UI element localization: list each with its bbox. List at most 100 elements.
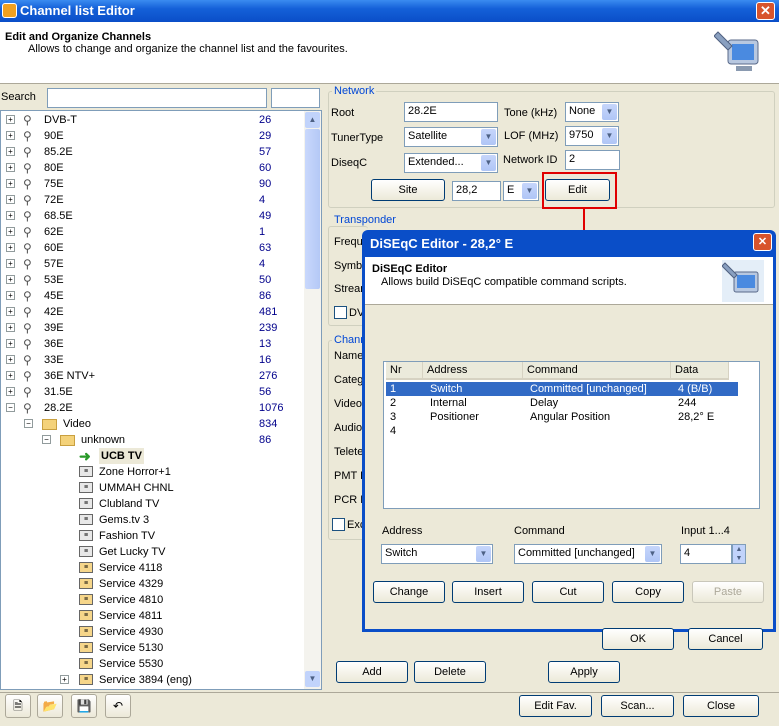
expand-icon[interactable]: + xyxy=(6,131,15,140)
expand-icon[interactable]: + xyxy=(6,323,15,332)
direction-select[interactable]: E ▼ xyxy=(503,181,539,201)
tree-row-folder[interactable]: − unknown 86 xyxy=(1,432,303,448)
tree-row-channel[interactable]: + ≡ Service 3894 (eng) xyxy=(1,672,303,688)
col-command[interactable]: Command xyxy=(523,362,671,380)
tree-row-channel[interactable]: ➜ UCB TV xyxy=(1,448,303,464)
tree-row-channel[interactable]: ≡ Zone Horror+1 xyxy=(1,464,303,480)
tree-row-satellite[interactable]: + ⚲ 68.5E 49 xyxy=(1,208,303,224)
tree-row-channel[interactable]: ≡ UMMAH CHNL xyxy=(1,480,303,496)
tree-row-satellite[interactable]: + ⚲ 33E 16 xyxy=(1,352,303,368)
address-select[interactable]: Switch ▼ xyxy=(381,544,493,564)
tree-row-channel[interactable]: ≡ Service 4329 xyxy=(1,576,303,592)
expand-icon[interactable]: + xyxy=(6,387,15,396)
site-button[interactable]: Site xyxy=(371,179,445,201)
command-select[interactable]: Committed [unchanged] ▼ xyxy=(514,544,662,564)
tree-row-channel[interactable]: ≡ Gems.tv 3 xyxy=(1,512,303,528)
open-list-icon[interactable]: 📂 xyxy=(37,694,63,718)
scan-button[interactable]: Scan... xyxy=(601,695,674,717)
tree-row-satellite[interactable]: + ⚲ 62E 1 xyxy=(1,224,303,240)
input-field[interactable]: 4 xyxy=(680,544,732,564)
collapse-icon[interactable]: − xyxy=(24,419,33,428)
cancel-button[interactable]: Cancel xyxy=(688,628,763,650)
tree-row-satellite[interactable]: + ⚲ 36E 13 xyxy=(1,336,303,352)
scroll-up-icon[interactable]: ▲ xyxy=(305,112,320,128)
expand-icon[interactable]: + xyxy=(6,227,15,236)
paste-button[interactable]: Paste xyxy=(692,581,764,603)
add-button[interactable]: Add xyxy=(336,661,408,683)
edit-diseqc-button[interactable]: Edit xyxy=(545,179,610,201)
tree-row-folder[interactable]: − Video 834 xyxy=(1,416,303,432)
tree-row-channel[interactable]: ≡ Service 4810 xyxy=(1,592,303,608)
undo-icon[interactable]: ↶ xyxy=(105,694,131,718)
scroll-thumb[interactable] xyxy=(305,129,320,289)
diseqc-select[interactable]: Extended... ▼ xyxy=(404,153,498,173)
tree-row-satellite[interactable]: + ⚲ 53E 50 xyxy=(1,272,303,288)
collapse-icon[interactable]: − xyxy=(6,403,15,412)
tree-scrollbar[interactable]: ▲ ▼ xyxy=(304,111,321,689)
expand-icon[interactable]: + xyxy=(6,211,15,220)
tree-row-channel[interactable]: ≡ Get Lucky TV xyxy=(1,544,303,560)
insert-button[interactable]: Insert xyxy=(452,581,524,603)
scroll-down-icon[interactable]: ▼ xyxy=(305,671,320,687)
expand-icon[interactable]: + xyxy=(6,259,15,268)
tree-row-satellite[interactable]: + ⚲ 42E 481 xyxy=(1,304,303,320)
diseqc-list-row[interactable]: 3 Positioner Angular Position 28,2° E xyxy=(386,410,738,424)
tree-row-satellite[interactable]: + ⚲ 36E NTV+ 276 xyxy=(1,368,303,384)
exclude-checkbox[interactable] xyxy=(332,518,345,531)
tree-row-channel[interactable]: ≡ Service 4930 xyxy=(1,624,303,640)
expand-icon[interactable]: + xyxy=(6,195,15,204)
expand-icon[interactable]: + xyxy=(6,339,15,348)
tree-row-satellite[interactable]: + ⚲ 31.5E 56 xyxy=(1,384,303,400)
tree-row-satellite[interactable]: + ⚲ 45E 86 xyxy=(1,288,303,304)
expand-icon[interactable]: + xyxy=(6,147,15,156)
diseqc-command-list[interactable]: Nr Address Command Data 1 Switch Committed… xyxy=(383,361,760,509)
tree-row-channel[interactable]: ≡ Service 4118 xyxy=(1,560,303,576)
tree-row-satellite[interactable]: + ⚲ DVB-T 26 xyxy=(1,112,303,128)
tunertype-select[interactable]: Satellite ▼ xyxy=(404,127,498,147)
expand-icon[interactable]: + xyxy=(6,115,15,124)
expand-icon[interactable]: + xyxy=(6,307,15,316)
tree-row-satellite[interactable]: + ⚲ 60E 63 xyxy=(1,240,303,256)
diseqc-list-row[interactable]: 4 xyxy=(386,424,738,438)
tree-row-satellite[interactable]: − ⚲ 28.2E 1076 xyxy=(1,400,303,416)
expand-icon[interactable]: + xyxy=(60,675,69,684)
copy-button[interactable]: Copy xyxy=(612,581,684,603)
diseqc-list-row[interactable]: 1 Switch Committed [unchanged] 4 (B/B) xyxy=(386,382,738,396)
search-input[interactable] xyxy=(47,88,267,108)
tree-row-satellite[interactable]: + ⚲ 85.2E 57 xyxy=(1,144,303,160)
close-button[interactable]: Close xyxy=(683,695,759,717)
edit-fav-button[interactable]: Edit Fav. xyxy=(519,695,592,717)
expand-icon[interactable]: + xyxy=(6,275,15,284)
col-address[interactable]: Address xyxy=(423,362,523,380)
collapse-icon[interactable]: − xyxy=(42,435,51,444)
ok-button[interactable]: OK xyxy=(602,628,674,650)
dvb-checkbox[interactable] xyxy=(334,306,347,319)
change-button[interactable]: Change xyxy=(373,581,445,603)
save-icon[interactable]: 💾 xyxy=(71,694,97,718)
root-field[interactable]: 28.2E xyxy=(404,102,498,122)
tree-row-channel[interactable]: ≡ Service 5530 xyxy=(1,656,303,672)
tree-row-satellite[interactable]: + ⚲ 57E 4 xyxy=(1,256,303,272)
netid-field[interactable]: 2 xyxy=(565,150,620,170)
tree-row-channel[interactable]: ≡ Fashion TV xyxy=(1,528,303,544)
tone-select[interactable]: None ▼ xyxy=(565,102,619,122)
tree-row-satellite[interactable]: + ⚲ 80E 60 xyxy=(1,160,303,176)
channel-tree[interactable]: ▲ ▼ + ⚲ DVB-T 26 + ⚲ 90E 29 + ⚲ 85.2E 57 + ⚲ 80E 60 + ⚲ 75… xyxy=(0,110,322,690)
spin-stepper[interactable]: ▲ ▼ xyxy=(732,544,746,564)
col-nr[interactable]: Nr xyxy=(386,362,423,380)
tree-row-channel[interactable]: ≡ Clubland TV xyxy=(1,496,303,512)
delete-button[interactable]: Delete xyxy=(414,661,486,683)
tree-row-satellite[interactable]: + ⚲ 39E 239 xyxy=(1,320,303,336)
expand-icon[interactable]: + xyxy=(6,291,15,300)
expand-icon[interactable]: + xyxy=(6,371,15,380)
new-list-icon[interactable]: 🗎 xyxy=(5,694,31,718)
search-filter-input[interactable] xyxy=(271,88,320,108)
col-data[interactable]: Data xyxy=(671,362,729,380)
cut-button[interactable]: Cut xyxy=(532,581,604,603)
apply-button[interactable]: Apply xyxy=(548,661,620,683)
position-field[interactable]: 28,2 xyxy=(452,181,501,201)
tree-row-satellite[interactable]: + ⚲ 72E 4 xyxy=(1,192,303,208)
tree-row-satellite[interactable]: + ⚲ 90E 29 xyxy=(1,128,303,144)
expand-icon[interactable]: + xyxy=(6,179,15,188)
diseqc-list-row[interactable]: 2 Internal Delay 244 xyxy=(386,396,738,410)
